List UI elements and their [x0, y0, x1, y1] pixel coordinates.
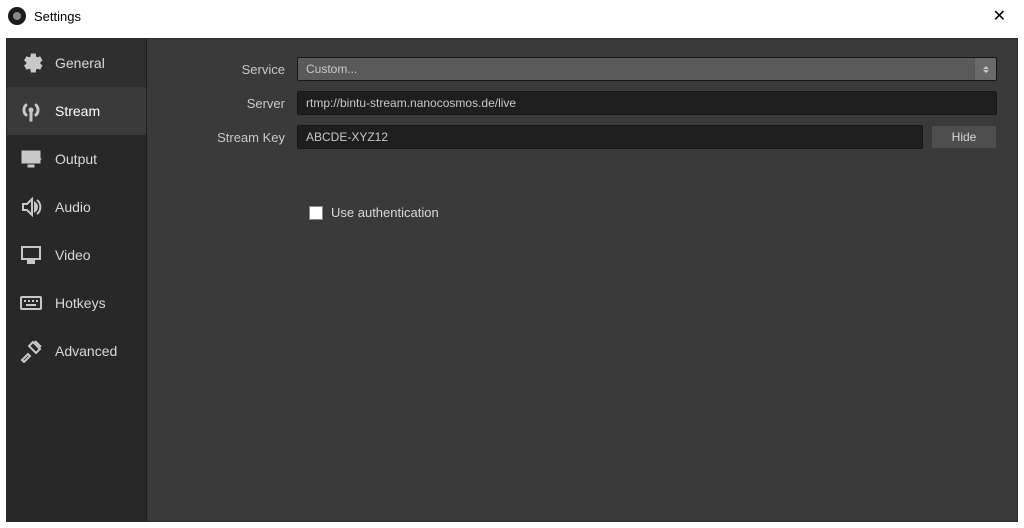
stream-key-label: Stream Key [167, 130, 297, 145]
close-icon[interactable]: ✕ [983, 4, 1016, 28]
service-row: Service Custom... [167, 57, 997, 81]
use-authentication-row: Use authentication [309, 205, 997, 220]
sidebar-item-output[interactable]: Output [7, 135, 146, 183]
keyboard-icon [17, 289, 45, 317]
gear-icon [17, 49, 45, 77]
stream-key-row: Stream Key ABCDE-XYZ12 Hide [167, 125, 997, 149]
service-label: Service [167, 62, 297, 77]
title-bar: Settings ✕ [0, 0, 1024, 32]
window-title: Settings [34, 9, 81, 24]
select-spinner-icon[interactable] [974, 58, 996, 80]
use-authentication-checkbox[interactable] [309, 206, 323, 220]
sidebar-item-stream[interactable]: Stream [7, 87, 146, 135]
service-value: Custom... [306, 62, 357, 76]
app-icon [8, 7, 26, 25]
server-label: Server [167, 96, 297, 111]
sidebar-item-label: Output [55, 151, 97, 167]
sidebar-item-video[interactable]: Video [7, 231, 146, 279]
monitor-icon [17, 241, 45, 269]
sidebar-item-label: Video [55, 247, 91, 263]
sidebar-item-label: Advanced [55, 343, 117, 359]
stream-key-input[interactable]: ABCDE-XYZ12 [297, 125, 923, 149]
monitor-output-icon [17, 145, 45, 173]
sidebar-item-label: Hotkeys [55, 295, 106, 311]
sidebar-item-general[interactable]: General [7, 39, 146, 87]
server-row: Server rtmp://bintu-stream.nanocosmos.de… [167, 91, 997, 115]
sidebar-item-advanced[interactable]: Advanced [7, 327, 146, 375]
use-authentication-label: Use authentication [331, 205, 439, 220]
sidebar: General Stream Output Audio [7, 39, 147, 521]
sidebar-item-label: Audio [55, 199, 91, 215]
settings-panel-stream: Service Custom... Server rtmp://bintu-st… [147, 39, 1017, 521]
sidebar-item-label: Stream [55, 103, 100, 119]
service-select[interactable]: Custom... [297, 57, 997, 81]
antenna-icon [17, 97, 45, 125]
sidebar-item-audio[interactable]: Audio [7, 183, 146, 231]
tools-icon [17, 337, 45, 365]
sidebar-item-label: General [55, 55, 105, 71]
hide-button[interactable]: Hide [931, 125, 997, 149]
sidebar-item-hotkeys[interactable]: Hotkeys [7, 279, 146, 327]
server-input[interactable]: rtmp://bintu-stream.nanocosmos.de/live [297, 91, 997, 115]
speaker-icon [17, 193, 45, 221]
